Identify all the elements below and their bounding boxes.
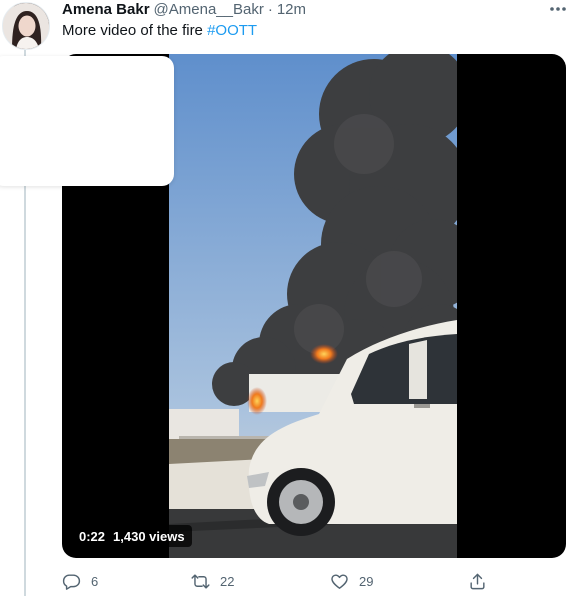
video-stats-badge: 0:22 1,430 views — [72, 525, 192, 547]
avatar[interactable] — [2, 2, 50, 50]
share-button[interactable] — [468, 570, 487, 592]
tweet-actions: 6 22 29 — [62, 570, 492, 592]
separator-dot: · — [267, 0, 273, 18]
blank-overlay-card — [0, 56, 174, 186]
retweet-count: 22 — [220, 573, 235, 589]
video-elapsed-time: 0:22 — [79, 528, 106, 544]
like-button[interactable]: 29 — [330, 570, 373, 592]
tweet[interactable]: Amena Bakr @Amena__Bakr · 12m More video… — [0, 0, 586, 604]
avatar-image — [3, 3, 49, 49]
like-count: 29 — [359, 573, 374, 589]
reply-icon — [62, 573, 81, 590]
tweet-text-body: More video of the fire — [62, 22, 203, 39]
retweet-button[interactable]: 22 — [191, 570, 234, 592]
share-icon — [470, 573, 485, 589]
tweet-text: More video of the fire #OOTT — [62, 21, 257, 41]
reply-count: 6 — [91, 573, 99, 589]
video-thumbnail — [169, 54, 457, 558]
hashtag-link[interactable]: #OOTT — [207, 22, 257, 39]
reply-button[interactable]: 6 — [62, 570, 98, 592]
retweet-icon — [191, 573, 210, 589]
heart-icon — [331, 573, 348, 589]
author-name[interactable]: Amena Bakr — [62, 1, 150, 18]
tweet-time[interactable]: 12m — [277, 1, 306, 18]
video-frame[interactable] — [169, 54, 457, 558]
author-handle[interactable]: @Amena__Bakr — [154, 1, 264, 18]
tweet-header: Amena Bakr @Amena__Bakr · 12m — [62, 0, 306, 18]
video-view-count: 1,430 views — [113, 528, 185, 544]
more-options-icon[interactable] — [548, 0, 568, 18]
